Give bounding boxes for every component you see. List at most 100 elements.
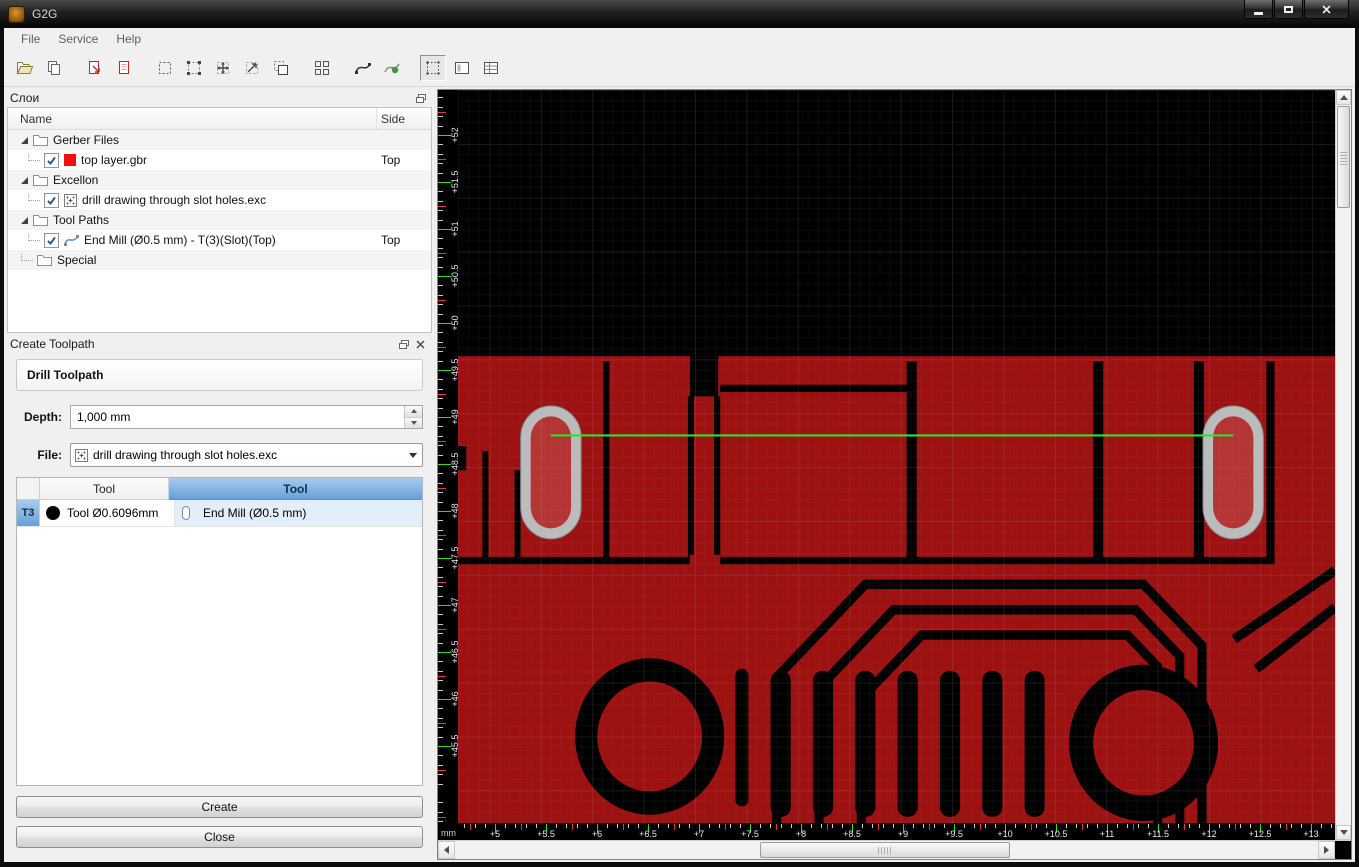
layer-row-top-layer[interactable]: top layer.gbr Top: [8, 150, 431, 170]
minimize-icon: [1254, 11, 1263, 15]
tool-row-id[interactable]: T3: [17, 500, 40, 526]
v-ruler-label: +46.5: [450, 640, 458, 664]
arc-edit-icon[interactable]: [379, 55, 405, 81]
h-ruler-label: +9: [897, 829, 909, 839]
layer-label: End Mill (Ø0.5 mm) - T(3)(Slot)(Top): [84, 233, 276, 247]
layer-checkbox[interactable]: [44, 192, 59, 208]
combobox-dropdown-icon[interactable]: [404, 444, 422, 466]
vertical-scroll-track[interactable]: [1336, 105, 1351, 825]
select-rect-icon[interactable]: [152, 55, 178, 81]
board-view-icon[interactable]: [449, 55, 475, 81]
copy-layer-icon[interactable]: [41, 55, 67, 81]
ruler-unit-label: mm: [441, 828, 456, 838]
h-ruler-label: +12: [1201, 829, 1217, 839]
close-panel-icon[interactable]: [412, 337, 429, 352]
layer-row-gerber-files[interactable]: Gerber Files: [8, 130, 431, 150]
layer-label: Gerber Files: [53, 133, 120, 147]
open-folder-icon[interactable]: [12, 55, 38, 81]
toolpath-icon: [64, 234, 79, 246]
layers-tree-header: Name Side: [8, 108, 431, 130]
layer-label: top layer.gbr: [81, 153, 148, 167]
menu-service[interactable]: Service: [49, 29, 107, 49]
depth-spinbox[interactable]: 1,000 mm: [70, 405, 423, 429]
layer-label: Special: [57, 253, 97, 267]
layer-row-tool-paths[interactable]: Tool Paths: [8, 210, 431, 230]
spin-up-button[interactable]: [405, 406, 422, 418]
scroll-left-icon[interactable]: [438, 841, 455, 859]
end-mill-label: End Mill (Ø0.5 mm): [203, 506, 307, 520]
h-ruler-label: +10: [997, 829, 1013, 839]
tool-column-header-selected[interactable]: Tool: [169, 478, 422, 500]
float-panel-icon[interactable]: [395, 337, 412, 352]
maximize-button[interactable]: [1274, 0, 1303, 19]
h-ruler-label: +10.5: [1044, 829, 1068, 839]
import-gerber-icon[interactable]: [82, 55, 108, 81]
group-objects-icon[interactable]: [309, 55, 335, 81]
tree-connector: [28, 232, 40, 241]
excellon-file-icon: [75, 448, 88, 462]
menu-help[interactable]: Help: [107, 29, 150, 49]
file-combobox-value: drill drawing through slot holes.exc: [93, 448, 278, 462]
tree-connector: [28, 192, 40, 201]
select-move-icon[interactable]: [210, 55, 236, 81]
tool-column-header[interactable]: Tool: [40, 478, 169, 500]
minimize-button[interactable]: [1244, 0, 1273, 19]
horizontal-scrollbar[interactable]: [438, 841, 1335, 859]
pcb-view: [438, 90, 1335, 840]
horizontal-scroll-thumb[interactable]: [760, 842, 1010, 858]
show-points-icon[interactable]: [420, 55, 446, 81]
horizontal-scroll-track[interactable]: [455, 841, 1318, 859]
spin-down-button[interactable]: [405, 417, 422, 428]
select-copy-icon[interactable]: [268, 55, 294, 81]
v-ruler-label: +50: [450, 315, 458, 331]
layers-tree: Name Side Gerber Files top layer.gbr Top…: [7, 107, 432, 333]
file-combobox[interactable]: drill drawing through slot holes.exc: [70, 443, 423, 467]
close-button[interactable]: [1304, 0, 1349, 19]
h-ruler-label: +6: [591, 829, 603, 839]
close-toolpath-button[interactable]: Close: [16, 826, 423, 848]
v-ruler-label: +47: [450, 597, 458, 613]
expander-icon[interactable]: [21, 136, 28, 144]
layer-row-drill-file[interactable]: drill drawing through slot holes.exc: [8, 190, 431, 210]
h-ruler-label: +6.5: [639, 829, 657, 839]
expander-icon[interactable]: [21, 216, 28, 224]
create-toolpath-panel: Create Toolpath Drill Toolpath Depth: 1,…: [7, 335, 432, 860]
scroll-up-icon[interactable]: [1336, 90, 1351, 105]
select-resize-icon[interactable]: [181, 55, 207, 81]
titlebar: G2G: [0, 0, 1359, 28]
scroll-down-icon[interactable]: [1336, 825, 1351, 840]
create-toolpath-body: Drill Toolpath Depth: 1,000 mm File: dri…: [7, 353, 432, 860]
column-name[interactable]: Name: [8, 108, 377, 129]
layer-row-special[interactable]: Special: [8, 250, 431, 270]
layer-row-end-mill[interactable]: End Mill (Ø0.5 mm) - T(3)(Slot)(Top) Top: [8, 230, 431, 250]
layers-panel-title: Слои: [10, 91, 40, 105]
vertical-scroll-thumb[interactable]: [1337, 106, 1350, 208]
h-ruler-label: +7: [693, 829, 705, 839]
tool-table: Tool Tool T3 Tool Ø0.6096mm End Mill (Ø0…: [16, 477, 423, 786]
left-dock: Слои Name Side Gerber Files top layer.gb…: [4, 87, 434, 862]
v-ruler-label: +46: [450, 691, 458, 707]
menu-file[interactable]: File: [12, 29, 49, 49]
remove-gerber-icon[interactable]: [111, 55, 137, 81]
h-ruler-label: +8.5: [843, 829, 861, 839]
layer-checkbox[interactable]: [44, 232, 59, 248]
layer-row-excellon[interactable]: Excellon: [8, 170, 431, 190]
layer-checkbox[interactable]: [44, 152, 59, 168]
create-button[interactable]: Create: [16, 796, 423, 818]
layers-panel: Слои Name Side Gerber Files top layer.gb…: [7, 89, 432, 333]
excellon-file-icon: [64, 193, 77, 207]
arc-tool-icon[interactable]: [350, 55, 376, 81]
toolpath-table-icon[interactable]: [478, 55, 504, 81]
layer-label: drill drawing through slot holes.exc: [82, 193, 267, 207]
column-side[interactable]: Side: [377, 108, 431, 129]
pcb-canvas[interactable]: +52 +51.5 +51 +50.5 +50 +49.5 +49 +48.5 +48 +47.5…: [438, 90, 1335, 840]
vertical-scrollbar[interactable]: [1335, 90, 1351, 840]
tool-table-row[interactable]: T3 Tool Ø0.6096mm End Mill (Ø0.5 mm): [17, 500, 422, 527]
folder-icon: [33, 134, 48, 146]
scroll-right-icon[interactable]: [1318, 841, 1335, 859]
float-panel-icon[interactable]: [412, 91, 429, 106]
h-ruler-label: +11: [1099, 829, 1115, 839]
expander-icon[interactable]: [21, 176, 28, 184]
select-scale-icon[interactable]: [239, 55, 265, 81]
app-window: G2G File Service Help Слои Name Side Ger…: [0, 0, 1359, 867]
